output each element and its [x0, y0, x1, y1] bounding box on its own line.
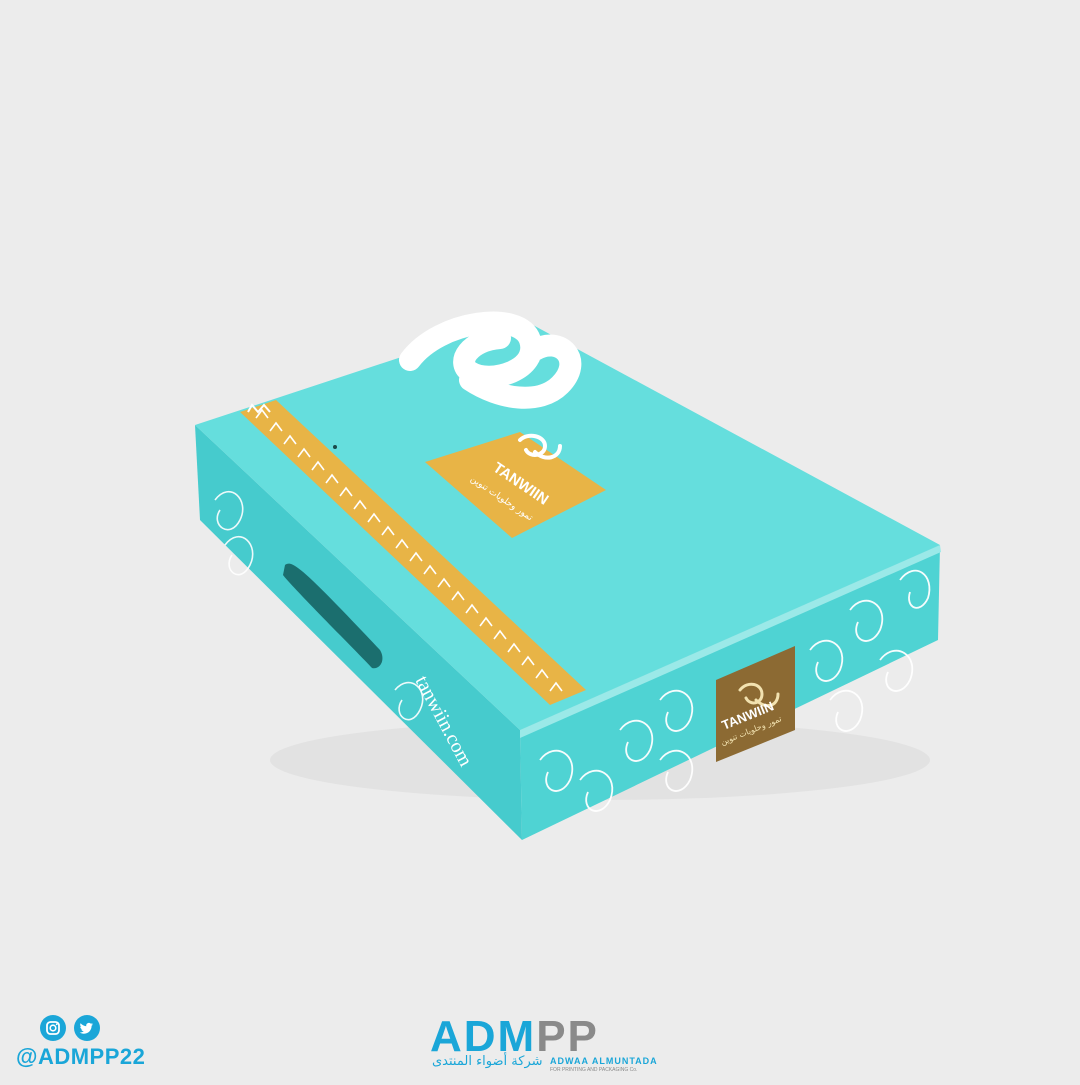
brand-pp: PP: [536, 1012, 599, 1061]
social-icons: [40, 1015, 100, 1041]
brand-arabic-name: شركة أضواء المنتدى: [432, 1054, 543, 1069]
brand-tagline: FOR PRINTING AND PACKAGING Co.: [550, 1067, 638, 1073]
brand-english-name: ADWAA ALMUNTADA: [550, 1056, 658, 1066]
twitter-icon[interactable]: [74, 1015, 100, 1041]
product-photo: TANWIIN تمور وحلويات تنوين tanwiin.com T…: [0, 0, 1080, 1080]
box-dot: [333, 445, 337, 449]
box-illustration: TANWIIN تمور وحلويات تنوين tanwiin.com T…: [195, 311, 941, 840]
instagram-icon[interactable]: [40, 1015, 66, 1041]
social-handle[interactable]: @ADMPP22: [16, 1044, 145, 1070]
brand-logo: ADMPP شركة أضواء المنتدى ADWAA ALMUNTADA…: [430, 1012, 660, 1073]
